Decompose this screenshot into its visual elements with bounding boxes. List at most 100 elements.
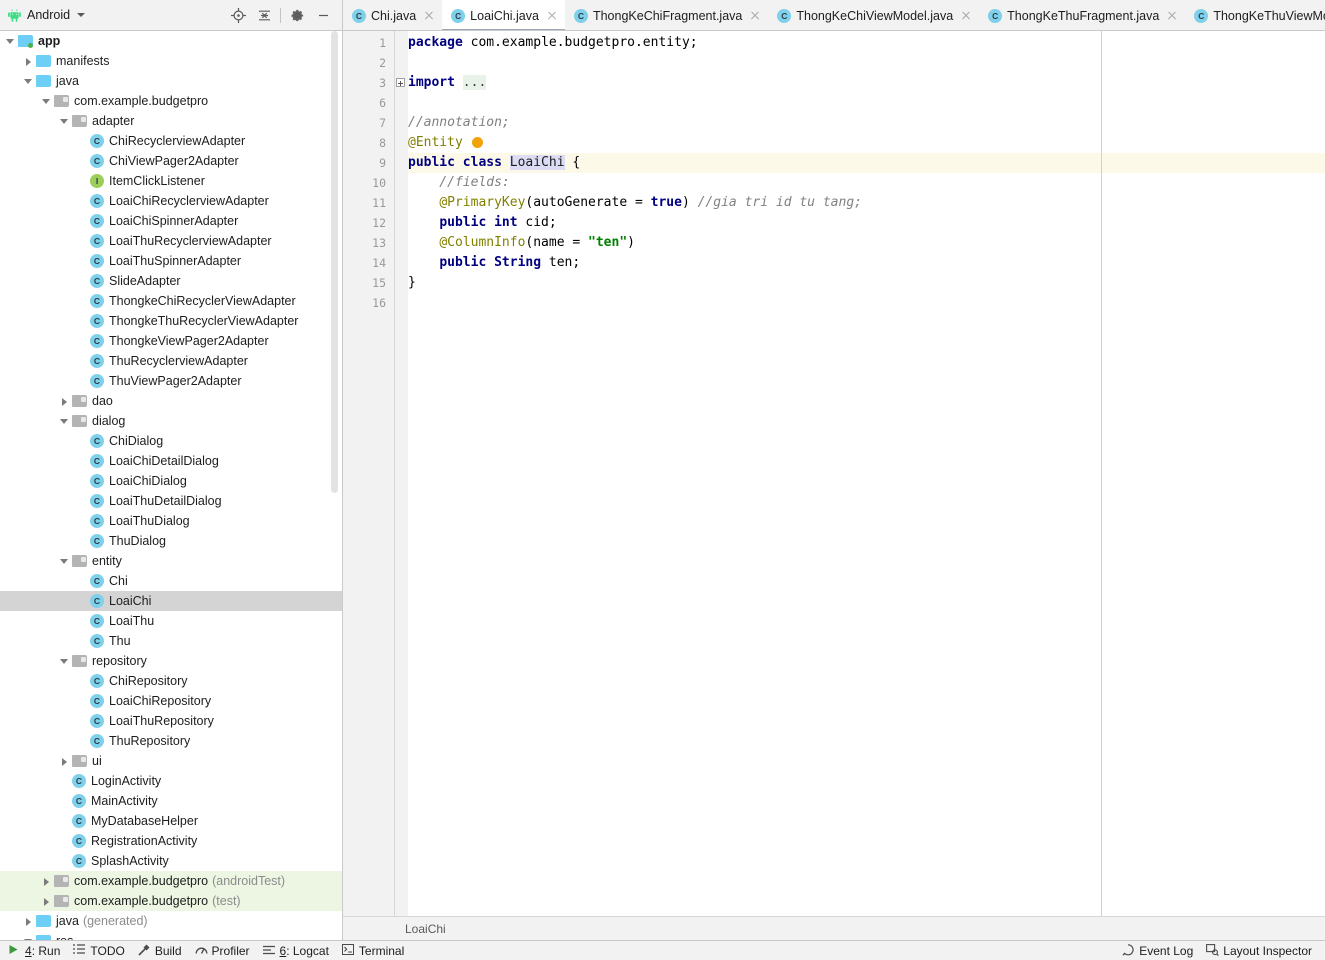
chevron-down-icon[interactable]	[59, 556, 70, 567]
project-tree-scrollbar[interactable]	[331, 31, 338, 493]
breadcrumb[interactable]: LoaiChi	[343, 916, 1325, 940]
editor-tab-thongkechiviewmodel-java[interactable]: C ThongKeChiViewModel.java	[768, 0, 979, 30]
tree-item-itemclicklistener[interactable]: I ItemClickListener	[0, 171, 342, 191]
tree-item-app[interactable]: app	[0, 31, 342, 51]
editor-tab-loaichi-java[interactable]: C LoaiChi.java	[442, 0, 565, 30]
tree-item-chirepository[interactable]: C ChiRepository	[0, 671, 342, 691]
chevron-down-icon[interactable]	[23, 76, 34, 87]
tree-item-loaithuspinneradapter[interactable]: C LoaiThuSpinnerAdapter	[0, 251, 342, 271]
chevron-down-icon[interactable]	[5, 36, 16, 47]
tree-item-com-example-budgetpro[interactable]: com.example.budgetpro	[0, 91, 342, 111]
tree-item-java[interactable]: java	[0, 71, 342, 91]
tree-item-loaithudialog[interactable]: C LoaiThuDialog	[0, 511, 342, 531]
close-icon[interactable]	[1166, 10, 1178, 22]
tree-item-loaichidetaildialog[interactable]: C LoaiChiDetailDialog	[0, 451, 342, 471]
close-icon[interactable]	[423, 10, 435, 22]
tree-item-chirecyclerviewadapter[interactable]: C ChiRecyclerviewAdapter	[0, 131, 342, 151]
chevron-down-icon[interactable]	[59, 656, 70, 667]
tree-item-loaithudetaildialog[interactable]: C LoaiThuDetailDialog	[0, 491, 342, 511]
tree-item-entity[interactable]: entity	[0, 551, 342, 571]
status-bar-item-6--logcat[interactable]: 6: Logcat	[259, 941, 338, 960]
tree-item-mainactivity[interactable]: C MainActivity	[0, 791, 342, 811]
tree-item-loaichirecyclerviewadapter[interactable]: C LoaiChiRecyclerviewAdapter	[0, 191, 342, 211]
tree-item-loaichi[interactable]: C LoaiChi	[0, 591, 342, 611]
close-icon[interactable]	[546, 10, 558, 22]
tree-item-loaithurecyclerviewadapter[interactable]: C LoaiThuRecyclerviewAdapter	[0, 231, 342, 251]
tree-item-chidialog[interactable]: C ChiDialog	[0, 431, 342, 451]
select-opened-file-icon[interactable]	[225, 2, 251, 28]
chevron-down-icon[interactable]	[77, 13, 86, 17]
tree-item-adapter[interactable]: adapter	[0, 111, 342, 131]
tree-item-thurecyclerviewadapter[interactable]: C ThuRecyclerviewAdapter	[0, 351, 342, 371]
tree-item-chiviewpager2adapter[interactable]: C ChiViewPager2Adapter	[0, 151, 342, 171]
tree-item-thongkechirecyclerviewadapter[interactable]: C ThongkeChiRecyclerViewAdapter	[0, 291, 342, 311]
layout-inspector-icon	[1206, 944, 1220, 957]
tree-item-loaichidialog[interactable]: C LoaiChiDialog	[0, 471, 342, 491]
tree-item-thongkethurecyclerviewadapter[interactable]: C ThongkeThuRecyclerViewAdapter	[0, 311, 342, 331]
todo-list-icon	[73, 944, 86, 957]
status-bar-item-terminal[interactable]: Terminal	[338, 941, 413, 960]
line-number: 13	[372, 236, 386, 250]
tree-item-ui[interactable]: ui	[0, 751, 342, 771]
tree-item-thu[interactable]: C Thu	[0, 631, 342, 651]
tree-item-java[interactable]: java (generated)	[0, 911, 342, 931]
tree-item-manifests[interactable]: manifests	[0, 51, 342, 71]
tree-item-repository[interactable]: repository	[0, 651, 342, 671]
tree-item-mydatabasehelper[interactable]: C MyDatabaseHelper	[0, 811, 342, 831]
tree-item-label: dao	[92, 394, 113, 408]
tree-item-slideadapter[interactable]: C SlideAdapter	[0, 271, 342, 291]
tree-item-chi[interactable]: C Chi	[0, 571, 342, 591]
tree-item-thudialog[interactable]: C ThuDialog	[0, 531, 342, 551]
chevron-down-icon[interactable]	[23, 936, 34, 940]
editor-tab-thongkethufragment-java[interactable]: C ThongKeThuFragment.java	[979, 0, 1185, 30]
close-icon[interactable]	[960, 10, 972, 22]
fold-expand-icon[interactable]	[396, 78, 405, 87]
editor-tab-chi-java[interactable]: C Chi.java	[343, 0, 442, 30]
editor-tab-label: LoaiChi.java	[470, 8, 539, 23]
code-editor[interactable]: 1 2 3 6 7 8 9 10 11 12 13 14 15 16 package com.exampl…	[343, 31, 1325, 916]
tree-item-dialog[interactable]: dialog	[0, 411, 342, 431]
tree-item-splashactivity[interactable]: C SplashActivity	[0, 851, 342, 871]
chevron-right-icon[interactable]	[41, 896, 52, 907]
code-folding-gutter[interactable]	[395, 31, 408, 916]
gear-icon[interactable]	[284, 2, 310, 28]
tree-item-thuviewpager2adapter[interactable]: C ThuViewPager2Adapter	[0, 371, 342, 391]
tree-item-res[interactable]: res	[0, 931, 342, 940]
status-bar-item-4--run[interactable]: 4: Run	[4, 941, 69, 960]
chevron-down-icon[interactable]	[41, 96, 52, 107]
tree-item-com-example-budgetpro[interactable]: com.example.budgetpro (test)	[0, 891, 342, 911]
chevron-down-icon[interactable]	[59, 116, 70, 127]
status-bar-item-todo[interactable]: TODO	[69, 941, 133, 960]
chevron-right-icon[interactable]	[23, 916, 34, 927]
close-icon[interactable]	[749, 10, 761, 22]
tree-item-loaichispinneradapter[interactable]: C LoaiChiSpinnerAdapter	[0, 211, 342, 231]
tree-item-loaichirepository[interactable]: C LoaiChiRepository	[0, 691, 342, 711]
status-bar-item-profiler[interactable]: Profiler	[191, 941, 259, 960]
tree-item-thongkeviewpager2adapter[interactable]: C ThongkeViewPager2Adapter	[0, 331, 342, 351]
editor-tab-thongkethuviewmodel-[interactable]: C ThongKeThuViewModel.	[1185, 0, 1325, 30]
chevron-right-icon[interactable]	[59, 756, 70, 767]
tree-item-thurepository[interactable]: C ThuRepository	[0, 731, 342, 751]
project-tree[interactable]: app manifests java com.example.budgetpro ada…	[0, 31, 342, 940]
status-bar-item-event-log[interactable]: Event Log	[1118, 941, 1202, 960]
tree-item-loaithu[interactable]: C LoaiThu	[0, 611, 342, 631]
status-bar-item-layout-inspector[interactable]: Layout Inspector	[1202, 941, 1321, 960]
chevron-right-icon[interactable]	[41, 876, 52, 887]
minimize-icon[interactable]	[310, 2, 336, 28]
status-bar-item-label: Build	[154, 943, 182, 958]
tree-item-com-example-budgetpro[interactable]: com.example.budgetpro (androidTest)	[0, 871, 342, 891]
collapse-all-icon[interactable]	[251, 2, 277, 28]
tree-item-dao[interactable]: dao	[0, 391, 342, 411]
tree-item-registrationactivity[interactable]: C RegistrationActivity	[0, 831, 342, 851]
tree-item-loaithurepository[interactable]: C LoaiThuRepository	[0, 711, 342, 731]
chevron-right-icon[interactable]	[23, 56, 34, 67]
package-folder-icon	[72, 755, 87, 767]
tree-item-loginactivity[interactable]: C LoginActivity	[0, 771, 342, 791]
chevron-right-icon[interactable]	[59, 396, 70, 407]
chevron-down-icon[interactable]	[59, 416, 70, 427]
editor-tab-thongkechifragment-java[interactable]: C ThongKeChiFragment.java	[565, 0, 768, 30]
status-bar-item-build[interactable]: Build	[134, 941, 191, 960]
code-text[interactable]: package com.example.budgetpro.entity; imp…	[408, 31, 1325, 916]
